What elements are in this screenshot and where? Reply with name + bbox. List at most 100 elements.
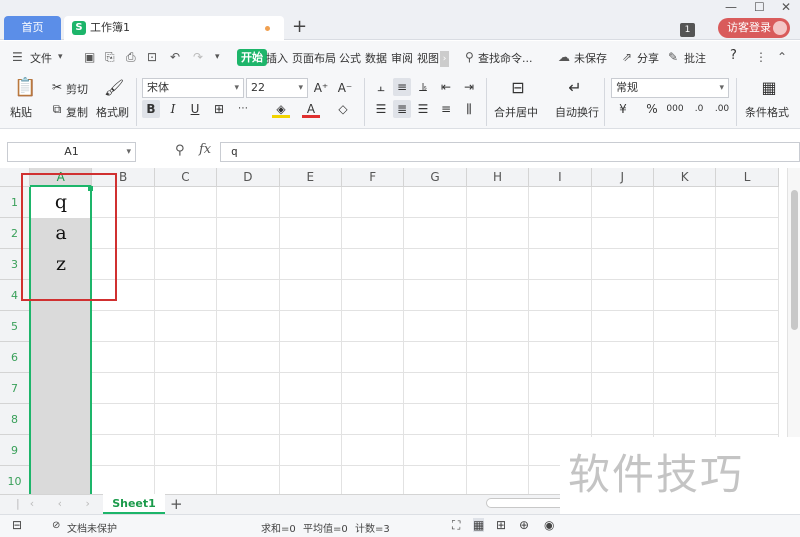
sheet-view-icon[interactable]: ⊟: [12, 518, 22, 532]
align-left-icon[interactable]: ☰: [372, 100, 390, 118]
menu-scroll-right-icon[interactable]: ›: [440, 51, 449, 67]
grid-cell[interactable]: [529, 187, 592, 218]
row-header[interactable]: 10: [0, 466, 30, 494]
grid-cell[interactable]: [466, 373, 530, 404]
minimize-icon[interactable]: —: [725, 0, 737, 14]
column-header[interactable]: F: [342, 168, 405, 187]
hamburger-menu-icon[interactable]: ☰: [12, 50, 23, 64]
grid-cell[interactable]: [591, 311, 654, 342]
grid-cell[interactable]: [404, 218, 467, 249]
more-chevron-icon[interactable]: ▾: [215, 52, 220, 62]
column-header[interactable]: L: [716, 168, 779, 187]
clear-format-icon[interactable]: ◇: [334, 100, 352, 118]
grid-cell[interactable]: [591, 373, 654, 404]
grid-cell[interactable]: [217, 311, 280, 342]
grid-cell[interactable]: [92, 404, 155, 435]
grid-cell[interactable]: [404, 280, 467, 311]
indent-decrease-icon[interactable]: ⇤: [437, 78, 455, 96]
grid-cell[interactable]: [529, 404, 592, 435]
paste-icon[interactable]: 📋: [14, 79, 36, 101]
menu-review[interactable]: 审阅: [391, 50, 413, 66]
add-sheet-button[interactable]: +: [170, 494, 183, 514]
formula-input[interactable]: q: [220, 142, 800, 162]
grid-cell[interactable]: [654, 187, 717, 218]
grid-cell[interactable]: [529, 373, 592, 404]
italic-button[interactable]: I: [164, 100, 182, 118]
grid-cell[interactable]: [342, 466, 405, 494]
grid-cell[interactable]: [279, 218, 342, 249]
merge-center-button[interactable]: 合并居中: [494, 104, 538, 120]
grid-cell[interactable]: [654, 342, 717, 373]
grid-cell[interactable]: [154, 342, 218, 373]
grid-cell[interactable]: [716, 373, 779, 404]
name-box[interactable]: A1 ▾: [7, 142, 136, 162]
grid-cell[interactable]: [217, 435, 280, 466]
focus-mode-icon[interactable]: ⛶: [452, 518, 460, 533]
font-name-select[interactable]: 宋体 ▾: [142, 78, 244, 98]
grid-cell[interactable]: [404, 373, 467, 404]
grid-cell[interactable]: [217, 249, 280, 280]
grid-cell[interactable]: [529, 218, 592, 249]
grid-cell[interactable]: [154, 218, 218, 249]
grid-cell[interactable]: [342, 435, 405, 466]
decrease-decimal-icon[interactable]: .00: [713, 100, 731, 118]
grid-cell[interactable]: [466, 187, 530, 218]
currency-icon[interactable]: ¥: [614, 100, 632, 118]
column-header[interactable]: E: [279, 168, 342, 187]
command-search[interactable]: 查找命令...: [478, 50, 533, 66]
chevron-down-icon[interactable]: ▾: [58, 52, 63, 62]
print-preview-icon[interactable]: ⊡: [147, 50, 157, 64]
grid-cell[interactable]: [154, 373, 218, 404]
grid-cell[interactable]: [92, 342, 155, 373]
insert-function-button[interactable]: fx: [199, 142, 211, 157]
wrap-text-button[interactable]: 自动换行: [555, 104, 599, 120]
grid-cell[interactable]: [716, 187, 779, 218]
decrease-font-icon[interactable]: A⁻: [336, 79, 354, 97]
grid-cell[interactable]: [279, 311, 342, 342]
cut-icon[interactable]: ✂: [48, 78, 66, 96]
align-bottom-icon[interactable]: ⫡: [414, 78, 432, 96]
menu-insert[interactable]: 插入: [266, 50, 288, 66]
grid-cell[interactable]: [279, 280, 342, 311]
more-borders-icon[interactable]: ⋯: [234, 100, 252, 118]
grid-cell[interactable]: [404, 249, 467, 280]
increase-font-icon[interactable]: A⁺: [312, 79, 330, 97]
grid-cell[interactable]: [404, 187, 467, 218]
read-mode-icon[interactable]: ⊕: [519, 518, 529, 532]
redo-icon[interactable]: ↷: [193, 50, 203, 64]
grid-cell[interactable]: [654, 218, 717, 249]
grid-cell[interactable]: [591, 280, 654, 311]
font-size-select[interactable]: 22 ▾: [246, 78, 308, 98]
grid-cell[interactable]: [92, 466, 155, 494]
format-painter-button[interactable]: 格式刷: [96, 104, 129, 120]
menu-formulas[interactable]: 公式: [339, 50, 361, 66]
new-tab-button[interactable]: +: [292, 17, 307, 37]
visitor-login-button[interactable]: 访客登录: [718, 18, 790, 38]
grid-cell[interactable]: [716, 311, 779, 342]
grid-cell[interactable]: [466, 342, 530, 373]
column-header[interactable]: J: [591, 168, 654, 187]
row-header[interactable]: 8: [0, 404, 30, 435]
grid-cell[interactable]: [342, 249, 405, 280]
grid-cell[interactable]: [654, 311, 717, 342]
eye-protection-icon[interactable]: ◉: [544, 518, 554, 532]
print-icon[interactable]: ⎙: [126, 50, 136, 65]
copy-button[interactable]: 复制: [66, 104, 88, 120]
row-header[interactable]: 5: [0, 311, 30, 342]
grid-cell[interactable]: [591, 187, 654, 218]
grid-cell[interactable]: [591, 404, 654, 435]
column-header[interactable]: C: [154, 168, 218, 187]
unsaved-status[interactable]: 未保存: [574, 50, 607, 66]
window-count-badge[interactable]: 1: [680, 23, 695, 37]
grid-cell[interactable]: [591, 218, 654, 249]
grid-cell[interactable]: [591, 249, 654, 280]
grid-cell[interactable]: [279, 249, 342, 280]
save-icon[interactable]: ▣: [84, 50, 95, 64]
tab-workbook[interactable]: S 工作簿1: [64, 16, 284, 40]
grid-cell[interactable]: [654, 373, 717, 404]
grid-cell[interactable]: [217, 280, 280, 311]
number-format-select[interactable]: 常规 ▾: [611, 78, 729, 98]
grid-cell[interactable]: [404, 466, 467, 494]
row-header[interactable]: 9: [0, 435, 30, 466]
row-header[interactable]: 6: [0, 342, 30, 373]
